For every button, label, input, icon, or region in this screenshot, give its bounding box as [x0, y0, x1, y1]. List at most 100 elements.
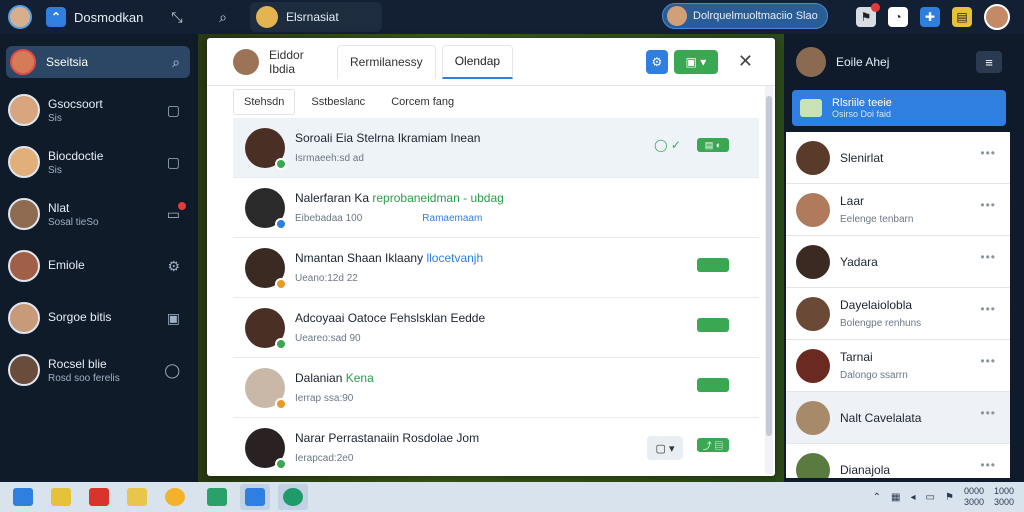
- status-tag[interactable]: [697, 318, 729, 332]
- dialog-scrollbar[interactable]: [765, 86, 773, 474]
- more-icon[interactable]: •••: [980, 250, 996, 264]
- status-pill[interactable]: Dolrquelmuoltmaciio Slao: [662, 3, 828, 29]
- contact-item[interactable]: Slenirlat •••: [786, 132, 1010, 184]
- more-icon[interactable]: •••: [980, 146, 996, 160]
- status-tag[interactable]: [697, 258, 729, 272]
- contact-item[interactable]: Laar Eelenge tenbarn •••: [786, 184, 1010, 236]
- row-title-highlight: Eedde: [450, 311, 486, 325]
- sidebar-avatar: [8, 250, 40, 282]
- check-icon[interactable]: ◯ ✓: [654, 138, 681, 152]
- contact-sub: Eelenge tenbarn: [840, 214, 914, 225]
- sidebar-item-name: Rocsel blie: [48, 356, 107, 371]
- tab-members[interactable]: Rermilanessy: [337, 44, 436, 79]
- sidebar-item[interactable]: Sorgoe bitis ▣: [0, 292, 198, 344]
- sidebar-item[interactable]: Biocdoctie Sis ▢: [0, 136, 198, 188]
- message-row[interactable]: Nalerfaran Ka reprobaneidman - ubdag Eibe…: [233, 178, 759, 238]
- contact-avatar: [796, 348, 830, 383]
- more-icon[interactable]: •••: [980, 458, 996, 472]
- taskbar-app-blue[interactable]: [240, 484, 270, 510]
- taskbar-app-globe[interactable]: [278, 484, 308, 510]
- scrollbar-thumb[interactable]: [766, 96, 772, 436]
- sidebar-search[interactable]: Sseitsia ⌕: [6, 46, 190, 78]
- right-panel-header: Eoile Ahej ≡: [784, 38, 1016, 86]
- sidebar-item-sub: Sis: [48, 112, 62, 124]
- status-tag[interactable]: ▤ ◐: [697, 138, 729, 152]
- sync-icon[interactable]: ✚: [920, 7, 940, 27]
- tray-volume-icon[interactable]: ◂: [910, 492, 915, 503]
- row-meta: Eibebadaa 100: [295, 213, 363, 224]
- more-icon[interactable]: •••: [980, 354, 996, 368]
- notification-icon[interactable]: ⚑: [856, 3, 880, 27]
- checkbox-icon[interactable]: ▣: [167, 310, 180, 327]
- sidebar-item-name: Emiole: [48, 258, 85, 272]
- message-row[interactable]: Narar Perrastanaiin Rosdolae Jom Ierapcad…: [233, 418, 759, 476]
- sidebar-item[interactable]: Rocsel blie Rosd soo ferelis ◯: [0, 344, 198, 396]
- sidebar-item[interactable]: Emiole ⚙: [0, 240, 198, 292]
- taskbar-app-red[interactable]: [84, 484, 114, 510]
- panel-avatar: [796, 47, 826, 77]
- contact-item[interactable]: Dianajola •••: [786, 444, 1010, 478]
- close-icon[interactable]: ✕: [738, 51, 753, 72]
- add-dropdown-button[interactable]: ▣ ▾: [673, 49, 718, 74]
- sidebar-avatar: [8, 198, 40, 230]
- row-dropdown-button[interactable]: ▢ ▾: [647, 436, 683, 460]
- active-chat-chip[interactable]: Elsrnasiat: [250, 2, 382, 32]
- row-title-highlight: Rosdolae Jom: [402, 431, 480, 445]
- sidebar-item[interactable]: Gsocsoort Sis ▢: [0, 84, 198, 136]
- subtab-second[interactable]: Sstbeslanc: [301, 89, 376, 115]
- more-icon[interactable]: •••: [980, 302, 996, 316]
- message-icon[interactable]: ▭: [167, 201, 186, 223]
- taskbar-app-yellow[interactable]: [160, 484, 190, 510]
- dialog-avatar: [233, 48, 259, 75]
- sidebar-item-name: Gsocsoort: [48, 96, 103, 111]
- checkbox-icon[interactable]: ▢: [167, 102, 180, 119]
- subtab-third[interactable]: Corcem fang: [381, 89, 465, 115]
- folder-icon[interactable]: ▤: [952, 7, 972, 27]
- message-row[interactable]: Nmantan Shaan Iklaany llocetvanjh Ueano:1…: [233, 238, 759, 298]
- clock-secondary[interactable]: 1000 3000: [994, 486, 1014, 508]
- start-button[interactable]: [8, 484, 38, 510]
- collapse-icon[interactable]: ⤡: [164, 9, 190, 26]
- message-row[interactable]: Adcoyaai Oatoce Fehslsklan Eedde Ueareo:s…: [233, 298, 759, 358]
- more-icon[interactable]: •••: [980, 406, 996, 420]
- tray-flag-icon[interactable]: ⚑: [945, 492, 954, 503]
- checkbox-icon[interactable]: ▢: [167, 154, 180, 171]
- user-avatar[interactable]: [984, 4, 1010, 30]
- settings-button[interactable]: ⚙: [645, 49, 668, 74]
- contact-item[interactable]: Yadara •••: [786, 236, 1010, 288]
- more-icon[interactable]: •••: [980, 198, 996, 212]
- shield-icon[interactable]: ◔: [888, 7, 908, 27]
- tab-overlap[interactable]: Olendap: [441, 44, 514, 79]
- chat-avatar: [256, 6, 278, 28]
- presence-icon: [275, 217, 287, 230]
- row-extra: Ramaemaam: [422, 213, 483, 224]
- taskbar-app-files[interactable]: [122, 484, 152, 510]
- message-row[interactable]: Soroali Eia Stelrna Ikramiam Inean Isrmae…: [233, 118, 759, 178]
- menu-icon[interactable]: ≡: [976, 51, 1002, 73]
- search-icon[interactable]: ⌕: [210, 9, 236, 26]
- message-row[interactable]: Dalanian Kena Ierrap ssa:90: [233, 358, 759, 418]
- conversation-dialog: Eiddor Ibdia Rermilanessy Olendap ⚙ ▣ ▾ …: [207, 38, 775, 476]
- sidebar-item-sub: Sis: [48, 164, 62, 176]
- highlight-banner[interactable]: Rlsriile teeie Osirso Doi faid: [792, 90, 1006, 126]
- dialog-header-name: Eiddor Ibdia: [269, 47, 304, 76]
- status-tag[interactable]: [697, 378, 729, 392]
- tray-battery-icon[interactable]: ▭: [926, 492, 935, 503]
- tray-chevron-icon[interactable]: ⌃: [873, 492, 881, 503]
- contact-item[interactable]: Nalt Cavelalata •••: [786, 392, 1010, 444]
- tray-network-icon[interactable]: ▦: [891, 492, 900, 503]
- search-icon[interactable]: ⌕: [172, 54, 180, 71]
- profile-avatar[interactable]: [8, 5, 32, 29]
- row-title: Narar Perrastanaiin: [295, 431, 400, 445]
- gear-icon[interactable]: ⚙: [167, 258, 180, 275]
- clock-date-2: 3000: [993, 497, 1014, 507]
- subtab-first[interactable]: Stehsdn: [233, 89, 296, 115]
- sidebar-item[interactable]: Nlat Sosal tieSo ▭: [0, 188, 198, 240]
- chat-bubble-icon[interactable]: ◯: [164, 362, 180, 379]
- clock[interactable]: 0000 3000: [964, 486, 984, 508]
- contact-item[interactable]: Tarnai Dalongo ssarrn •••: [786, 340, 1010, 392]
- taskbar-explorer[interactable]: [46, 484, 76, 510]
- contact-item[interactable]: Dayelaiolobla Bolengpe renhuns •••: [786, 288, 1010, 340]
- status-tag[interactable]: ⤴ ▤: [697, 438, 729, 452]
- taskbar-app-green[interactable]: [202, 484, 232, 510]
